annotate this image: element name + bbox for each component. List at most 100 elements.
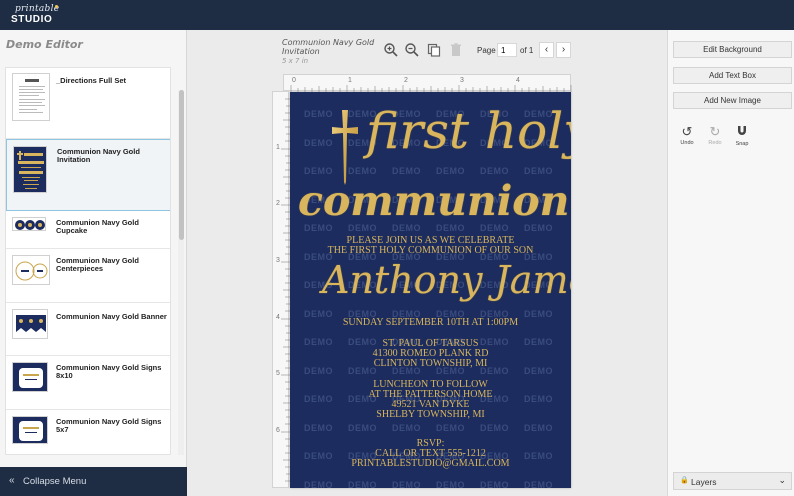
ruler-label: 1 — [348, 77, 352, 84]
list-item-centerpieces[interactable]: Communion Navy Gold Centerpieces — [6, 249, 170, 303]
undo-label: Undo — [680, 140, 694, 146]
list-item-cupcake[interactable]: Communion Navy Gold Cupcake — [6, 211, 170, 249]
edit-background-button[interactable]: Edit Background — [673, 41, 792, 58]
demo-watermark: DEMO — [524, 166, 553, 176]
ruler-label: 1 — [276, 144, 280, 151]
prev-page-button[interactable]: ‹ — [539, 42, 554, 58]
demo-watermark: DEMO — [392, 166, 421, 176]
event-date[interactable]: SUNDAY SEPTEMBER 10TH AT 1:00PM — [290, 317, 571, 328]
demo-watermark: DEMO — [348, 479, 377, 489]
add-new-image-button[interactable]: Add New Image — [673, 92, 792, 109]
demo-watermark: DEMO — [480, 479, 509, 489]
zoom-out-icon[interactable] — [404, 42, 420, 58]
list-item-label: Communion Navy Gold Signs 5x7 — [56, 417, 162, 434]
list-item-label: Communion Navy Gold Centerpieces — [56, 256, 139, 273]
demo-watermark: DEMO — [524, 479, 553, 489]
duplicate-icon[interactable] — [426, 42, 442, 58]
demo-watermark: DEMO — [524, 422, 553, 433]
communion-title[interactable]: communion — [298, 178, 569, 224]
invitation-canvas[interactable]: DEMO DEMO DEMO DEMO DEMO DEMO DEMO DEMO DEMO DEMO… — [290, 92, 571, 488]
first-holy-title[interactable]: first holy — [366, 102, 571, 160]
list-item-invitation[interactable]: Communion Navy Gold Invitation — [6, 139, 170, 211]
ruler-label: 0 — [292, 77, 296, 84]
list-item-signs-5x7[interactable]: Communion Navy Gold Signs 5x7 — [6, 410, 170, 454]
thumb-cupcake — [12, 217, 46, 231]
right-panel: Edit Background Add Text Box Add New Ima… — [667, 30, 794, 496]
venue-city[interactable]: CLINTON TOWNSHIP, MI — [290, 358, 571, 369]
demo-watermark: DEMO — [392, 479, 421, 489]
list-scrollbar-thumb[interactable] — [179, 90, 184, 240]
add-text-box-button[interactable]: Add Text Box — [673, 67, 792, 84]
ruler-label: 3 — [460, 77, 464, 84]
page-label: Page — [477, 46, 496, 55]
redo-icon: ↻ — [709, 124, 721, 139]
zoom-in-icon[interactable] — [383, 42, 399, 58]
snap-button[interactable]: Snap — [732, 125, 752, 147]
redo-label: Redo — [708, 140, 722, 146]
double-chevron-left-icon: « — [9, 475, 15, 486]
undo-button[interactable]: ↺ Undo — [677, 125, 697, 146]
ruler-label: 5 — [276, 370, 280, 377]
thumb-banner — [12, 309, 48, 339]
redo-button[interactable]: ↻ Redo — [705, 125, 725, 146]
logo-dot — [55, 5, 58, 8]
ruler-label: 3 — [276, 257, 280, 264]
luncheon-line-4[interactable]: SHELBY TOWNSHIP, MI — [290, 409, 571, 420]
page-number-input[interactable] — [497, 43, 517, 57]
list-item-label: _Directions Full Set — [56, 76, 127, 85]
rsvp-email[interactable]: PRINTABLESTUDIO@GMAIL.COM — [290, 458, 571, 469]
demo-watermark: DEMO — [304, 109, 333, 119]
document-title: Communion Navy Gold Invitation — [282, 38, 375, 56]
collapse-menu-label: Collapse Menu — [23, 476, 87, 487]
demo-watermark: DEMO — [304, 166, 333, 176]
thumb-invitation — [13, 146, 47, 193]
demo-watermark: DEMO — [348, 422, 377, 433]
list-item-signs-8x10[interactable]: Communion Navy Gold Signs 8x10 — [6, 356, 170, 410]
thumb-signs-5x7 — [12, 416, 48, 444]
layers-label: Layers — [691, 477, 717, 487]
list-item-directions[interactable]: _Directions Full Set — [6, 68, 170, 139]
ruler-vertical: 1 2 3 4 5 6 — [272, 91, 290, 488]
list-item-label: Communion Navy Gold Invitation — [57, 147, 140, 164]
top-bar: printable STUDIO — [0, 0, 794, 30]
ruler-horizontal: 0 1 2 3 4 — [283, 74, 572, 92]
demo-watermark: DEMO — [304, 137, 333, 148]
list-item-label: Communion Navy Gold Cupcake — [56, 218, 139, 235]
demo-watermark: DEMO — [436, 422, 465, 433]
demo-watermark: DEMO — [304, 479, 333, 489]
snap-label: Snap — [735, 141, 749, 147]
logo-wordmark: STUDIO — [11, 14, 53, 25]
demo-watermark: DEMO — [436, 166, 465, 176]
template-list: _Directions Full Set Communion Navy Gold — [5, 67, 171, 455]
ruler-label: 4 — [276, 314, 280, 321]
list-item-label: Communion Navy Gold Banner — [56, 312, 167, 321]
undo-icon: ↺ — [681, 124, 693, 139]
collapse-menu-button[interactable]: « Collapse Menu — [0, 467, 187, 496]
next-page-button[interactable]: › — [556, 42, 571, 58]
thumb-directions — [12, 73, 50, 121]
demo-watermark: DEMO — [436, 479, 465, 489]
sidebar-title: Demo Editor — [6, 38, 83, 51]
demo-watermark: DEMO — [480, 166, 509, 176]
chevron-right-icon: › — [561, 44, 566, 55]
sidebar: Demo Editor _Directions Full Set Communi… — [0, 30, 187, 496]
thumb-signs-8x10 — [12, 362, 48, 392]
list-item-banner[interactable]: Communion Navy Gold Banner — [6, 303, 170, 356]
lock-icon: 🔒 — [680, 477, 689, 484]
printable-studio-logo[interactable]: printable STUDIO — [9, 4, 69, 26]
honoree-name[interactable]: Anthony James — [322, 258, 571, 302]
demo-watermark: DEMO — [392, 422, 421, 433]
thumb-centerpieces — [12, 255, 50, 285]
demo-watermark: DEMO — [304, 422, 333, 433]
ruler-label: 2 — [404, 77, 408, 84]
demo-watermark: DEMO — [480, 422, 509, 433]
chevron-left-icon: ‹ — [544, 44, 549, 55]
cross-icon[interactable] — [330, 108, 360, 186]
layers-dropdown[interactable]: 🔒 Layers ⌄ — [673, 472, 792, 490]
ruler-label: 6 — [276, 427, 280, 434]
invite-line-2[interactable]: THE FIRST HOLY COMMUNION OF OUR SON — [290, 245, 571, 256]
page-count: of 1 — [520, 46, 534, 55]
document-size: 5 x 7 in — [282, 57, 309, 65]
trash-icon[interactable] — [448, 42, 464, 58]
chevron-down-icon: ⌄ — [778, 475, 786, 485]
